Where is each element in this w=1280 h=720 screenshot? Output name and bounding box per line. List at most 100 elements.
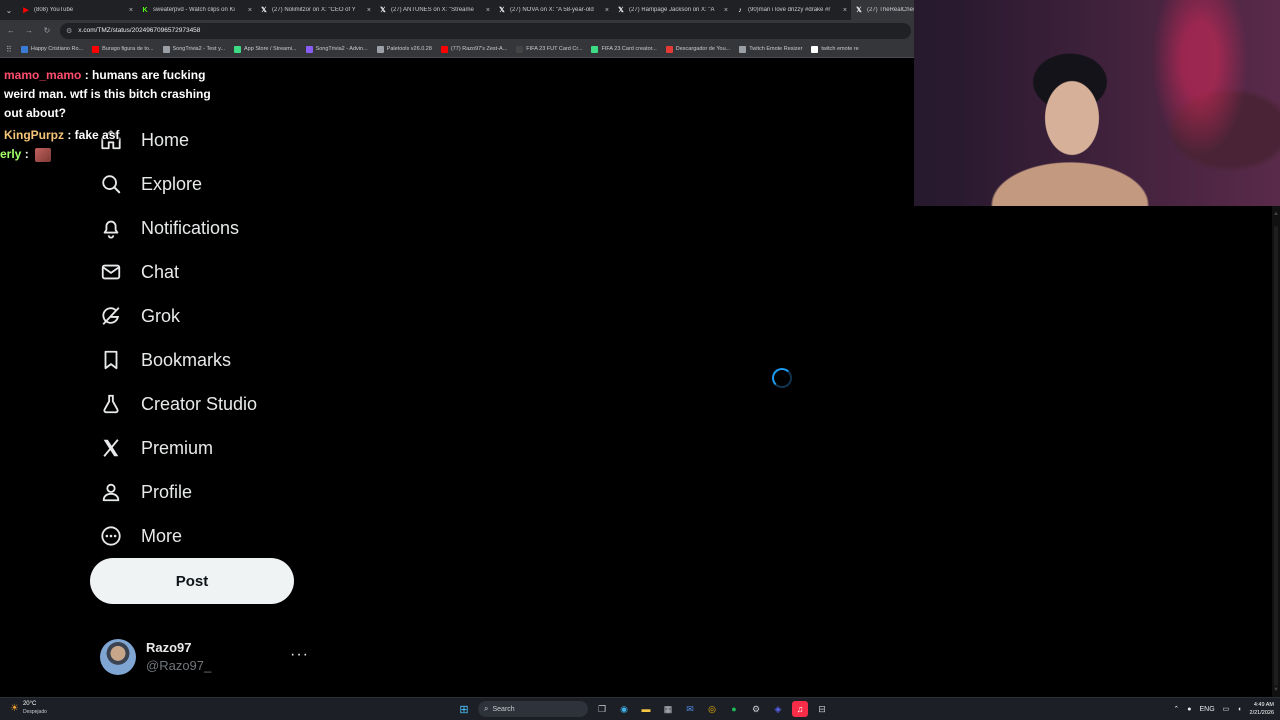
windows-taskbar: ☀ 20°C Despejado ⊞ ⌕ Search ❐ ◉ ▬ ▦ ✉ ◎ … — [0, 697, 1280, 720]
bookmark-item[interactable]: (77) Razo97's Zest-A... — [440, 45, 508, 53]
browser-tab[interactable]: 𝕏 (27) NOVA on X: "A 58-year-old × — [494, 0, 613, 20]
bookmark-favicon-icon — [20, 45, 28, 53]
mail-icon[interactable]: ✉ — [682, 701, 698, 717]
back-arrow-icon[interactable]: ← — [6, 26, 16, 35]
settings-gear-icon[interactable]: ⚙ — [748, 701, 764, 717]
address-bar[interactable]: ⚙ x.com/TMZ/status/2024967096572973458 — [60, 22, 911, 39]
bookmark-favicon-icon — [376, 45, 384, 53]
person-icon — [102, 483, 120, 502]
bookmark-item[interactable]: App Store / Streami... — [234, 45, 297, 53]
edge-browser-icon[interactable]: ◉ — [616, 701, 632, 717]
nav-item-explore[interactable]: Explore — [100, 162, 320, 206]
bell-icon — [103, 220, 119, 239]
nav-item-bookmarks[interactable]: Bookmarks — [100, 338, 320, 382]
nav-item-chat[interactable]: Chat — [100, 250, 320, 294]
file-explorer-icon[interactable]: ▬ — [638, 701, 654, 717]
bookmark-favicon-icon — [162, 45, 170, 53]
tab-close-icon[interactable]: × — [367, 7, 371, 14]
reload-icon[interactable]: ↻ — [42, 26, 52, 35]
weather-desc: Despejado — [22, 709, 47, 715]
account-more-icon[interactable]: ··· — [290, 646, 309, 664]
tab-close-icon[interactable]: × — [486, 7, 490, 14]
nav-item-grok[interactable]: Grok — [100, 294, 320, 338]
tab-close-icon[interactable]: × — [605, 7, 609, 14]
bookmark-label: FIFA 23 FUT Card Cr... — [526, 46, 583, 52]
bookmark-favicon-icon — [665, 45, 673, 53]
bookmark-label: SongTrivia2 - Advin... — [315, 46, 368, 52]
browser-tab[interactable]: 𝕏 (27) ANTUNES on X: "Streame × — [375, 0, 494, 20]
scroll-up-arrow-icon[interactable]: ▲ — [1272, 210, 1280, 218]
bookmark-label: Twitch Emote Resizer — [749, 46, 803, 52]
browser-tab[interactable]: ▶ (808) YouTube × — [18, 0, 137, 20]
chat-message: mamo_mamo : humans are fucking weird man… — [4, 68, 211, 120]
bookmark-favicon-icon — [811, 45, 819, 53]
tab-close-icon[interactable]: × — [724, 7, 728, 14]
bookmark-label: twitch emote re — [821, 46, 859, 52]
tray-chevron-up-icon[interactable]: ⌃ — [1173, 705, 1179, 713]
scrollbar-thumb[interactable] — [1274, 226, 1278, 686]
task-view-icon[interactable]: ❐ — [594, 701, 610, 717]
tab-close-icon[interactable]: × — [129, 7, 133, 14]
chat-username: KingPurpz — [4, 128, 64, 142]
nav-label-more: More — [141, 525, 183, 546]
bookmark-item[interactable]: Burago figura de to... — [92, 45, 154, 53]
language-indicator[interactable]: ENG — [1200, 706, 1215, 713]
address-url: x.com/TMZ/status/2024967096572973458 — [78, 27, 201, 34]
x-icon: 𝕏 — [261, 7, 267, 14]
weather-widget[interactable]: ☀ 20°C Despejado — [10, 700, 47, 716]
taskbar-search[interactable]: ⌕ Search — [478, 701, 588, 717]
tab-close-icon[interactable]: × — [248, 7, 252, 14]
taskbar-clock[interactable]: 4:49 AM 2/21/2026 — [1250, 701, 1274, 717]
forward-arrow-icon[interactable]: → — [24, 26, 34, 35]
account-switcher[interactable]: Razo97 @Razo97_ ··· — [100, 638, 310, 676]
browser-tab-title: sweaterpvd - Watch clips on Ki — [153, 7, 235, 13]
bookmark-item[interactable]: Paletools v26.0.28 — [376, 45, 432, 53]
network-icon[interactable]: ▭ — [1223, 705, 1230, 713]
bookmark-icon — [104, 350, 118, 370]
nav-item-more[interactable]: More — [100, 514, 320, 558]
bookmark-item[interactable]: twitch emote re — [811, 45, 859, 53]
nav-label-grok: Grok — [141, 305, 181, 326]
volume-icon[interactable]: ◖ — [1237, 706, 1241, 713]
clock-time: 4:49 AM — [1253, 702, 1274, 708]
site-info-icon[interactable]: ⚙ — [66, 27, 72, 35]
browser-tab-title: (27) TheRealChew — [867, 7, 915, 13]
x-icon: 𝕏 — [856, 7, 862, 14]
app-overflow-icon[interactable]: ⊟ — [814, 701, 830, 717]
bookmark-item[interactable]: SongTrivia2 - Test y... — [162, 45, 225, 53]
bookmark-item[interactable]: FIFA 23 Card creator... — [591, 45, 657, 53]
bookmark-item[interactable]: FIFA 23 FUT Card Cr... — [516, 45, 583, 53]
bookmark-label: (77) Razo97's Zest-A... — [450, 46, 508, 52]
microphone-icon[interactable]: ● — [1187, 706, 1191, 713]
tab-search-chevron-icon[interactable]: ⌄ — [0, 0, 18, 20]
browser-tab[interactable]: Ksweaterpvd - Watch clips on Ki × — [137, 0, 256, 20]
search-icon: ⌕ — [484, 704, 489, 713]
nav-item-creator-studio[interactable]: Creator Studio — [100, 382, 320, 426]
chrome-icon[interactable]: ◎ — [704, 701, 720, 717]
bookmark-item[interactable]: Descargador de You... — [665, 45, 730, 53]
x-icon: 𝕏 — [618, 7, 624, 14]
page-scrollbar[interactable] — [1272, 206, 1280, 697]
tiktok-icon: ♪ — [738, 6, 742, 14]
post-button[interactable]: Post — [90, 558, 294, 604]
nav-item-notifications[interactable]: Notifications — [100, 206, 320, 250]
apps-grid-icon[interactable]: ⠿ — [6, 45, 12, 54]
browser-tab[interactable]: ♪ (90)man i love drizzy #drake #r × — [732, 0, 851, 20]
bookmark-label: App Store / Streami... — [244, 46, 297, 52]
browser-tab[interactable]: 𝕏 (27) Nolimitzor on X: "CEO of Y × — [256, 0, 375, 20]
tab-close-icon[interactable]: × — [843, 7, 847, 14]
music-app-icon[interactable]: ♫ — [792, 701, 808, 717]
windows-start-icon[interactable]: ⊞ — [456, 701, 472, 717]
browser-tab[interactable]: 𝕏(27) TheRealChew× — [851, 0, 915, 20]
nav-item-premium[interactable]: Premium — [100, 426, 320, 470]
bookmark-item[interactable]: SongTrivia2 - Advin... — [305, 45, 368, 53]
discord-icon[interactable]: ◈ — [770, 701, 786, 717]
store-icon[interactable]: ▦ — [660, 701, 676, 717]
taskbar-apps: ⊞ ⌕ Search ❐ ◉ ▬ ▦ ✉ ◎ ● ⚙ ◈ ♫ ⊟ — [456, 700, 830, 718]
browser-tab[interactable]: 𝕏 (27) Rampage Jackson on X: "A × — [613, 0, 732, 20]
bookmark-item[interactable]: Twitch Emote Resizer — [739, 45, 803, 53]
bookmark-item[interactable]: Happy Cristiano Ro... — [20, 45, 83, 53]
scroll-down-arrow-icon[interactable]: ▼ — [1272, 686, 1280, 694]
spotify-icon[interactable]: ● — [726, 701, 742, 717]
nav-item-profile[interactable]: Profile — [100, 470, 320, 514]
